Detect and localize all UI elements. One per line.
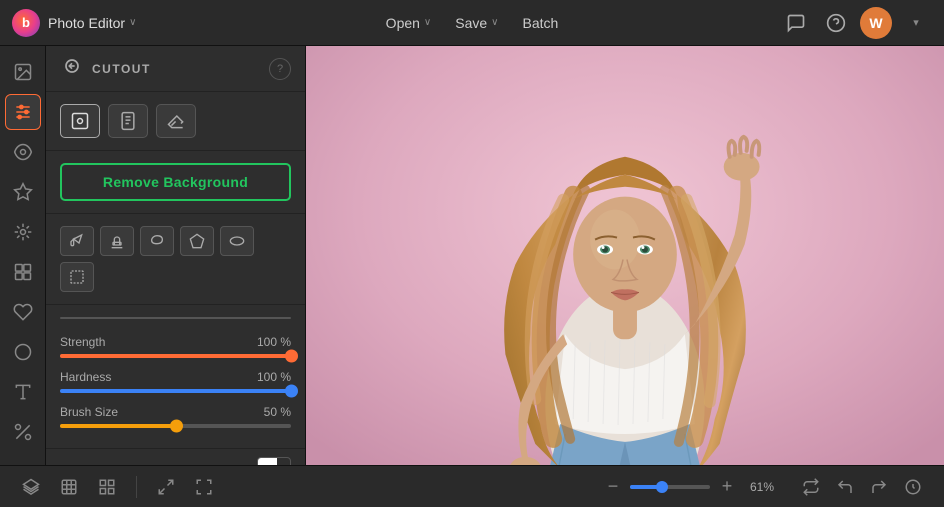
tools-header-left: CUTOUT: [60, 56, 151, 81]
fullscreen-btn[interactable]: [189, 472, 219, 502]
history-buttons: [796, 472, 928, 502]
tools-panel: CUTOUT ?: [46, 46, 306, 465]
sidebar-shapes-btn[interactable]: [5, 334, 41, 370]
brush-paint-btn[interactable]: [60, 226, 94, 256]
background-color-swatch[interactable]: [257, 457, 291, 465]
hardness-slider[interactable]: [60, 389, 291, 393]
cutout-mode-magic[interactable]: [60, 104, 100, 138]
header-center-actions: Open ∨ Save ∨ Batch: [376, 10, 569, 36]
main-content: CUTOUT ?: [0, 46, 944, 465]
background-color-row: Background Color: [46, 448, 305, 465]
expand-btn[interactable]: [151, 472, 181, 502]
brush-size-slider[interactable]: [60, 424, 291, 428]
sliders-section: Strength 100 % Hardness 100 %: [46, 331, 305, 448]
canvas-image: [306, 46, 944, 465]
canvas-area[interactable]: [306, 46, 944, 465]
layers-bottom-btn[interactable]: [16, 472, 46, 502]
remove-keep-toggle: Remove Keep: [60, 317, 291, 319]
batch-button[interactable]: Batch: [513, 10, 569, 36]
brush-rect-select-btn[interactable]: [60, 262, 94, 292]
strength-thumb[interactable]: [285, 350, 298, 363]
zoom-out-button[interactable]: −: [600, 474, 626, 500]
canvas-btn[interactable]: [54, 472, 84, 502]
sidebar-image-btn[interactable]: [5, 54, 41, 90]
brush-poly-btn[interactable]: [180, 226, 214, 256]
strength-label: Strength: [60, 335, 105, 349]
flip-btn[interactable]: [796, 472, 826, 502]
strength-value: 100 %: [257, 335, 291, 349]
brush-stamp-btn[interactable]: [100, 226, 134, 256]
back-button[interactable]: [60, 56, 84, 81]
sidebar-layers-btn[interactable]: [5, 254, 41, 290]
remove-bg-section: Remove Background: [46, 151, 305, 214]
swatch-white: [258, 458, 277, 465]
undo-button[interactable]: [830, 472, 860, 502]
sidebar-star-btn[interactable]: [5, 174, 41, 210]
title-chevron: ∨: [129, 17, 136, 28]
sidebar-elements-btn[interactable]: [5, 214, 41, 250]
zoom-value: 61%: [750, 480, 774, 494]
user-menu-chevron[interactable]: ▾: [900, 7, 932, 39]
brush-size-value: 50 %: [264, 405, 291, 419]
save-button[interactable]: Save ∨: [445, 10, 508, 36]
zoom-slider[interactable]: [630, 485, 710, 489]
sidebar-favorites-btn[interactable]: [5, 294, 41, 330]
remove-mode-btn[interactable]: Remove: [61, 318, 176, 319]
open-button[interactable]: Open ∨: [376, 10, 442, 36]
cutout-mode-portrait[interactable]: [108, 104, 148, 138]
zoom-slider-thumb[interactable]: [656, 481, 668, 493]
help-icon-button[interactable]: [820, 7, 852, 39]
sidebar-adjust-btn[interactable]: [5, 94, 41, 130]
icon-sidebar: [0, 46, 46, 465]
strength-slider-row: Strength 100 %: [60, 335, 291, 358]
chat-icon-button[interactable]: [780, 7, 812, 39]
header-right: W ▾: [780, 7, 932, 39]
remove-background-button[interactable]: Remove Background: [60, 163, 291, 201]
brush-lasso-btn[interactable]: [140, 226, 174, 256]
tools-panel-title: CUTOUT: [92, 62, 151, 76]
strength-slider[interactable]: [60, 354, 291, 358]
cutout-mode-erase[interactable]: [156, 104, 196, 138]
header: b Photo Editor ∨ Open ∨ Save ∨ Batch: [0, 0, 944, 46]
hardness-slider-row: Hardness 100 %: [60, 370, 291, 393]
hardness-label: Hardness: [60, 370, 111, 384]
hardness-value: 100 %: [257, 370, 291, 384]
brush-size-thumb[interactable]: [170, 420, 183, 433]
sidebar-text-btn[interactable]: [5, 374, 41, 410]
tools-panel-header: CUTOUT ?: [46, 46, 305, 92]
app-logo[interactable]: b: [12, 9, 40, 37]
user-avatar[interactable]: W: [860, 7, 892, 39]
brush-ellipse-btn[interactable]: [220, 226, 254, 256]
sidebar-mask-btn[interactable]: [5, 414, 41, 450]
app-title: Photo Editor ∨: [48, 15, 136, 31]
brush-size-label: Brush Size: [60, 405, 118, 419]
sidebar-view-btn[interactable]: [5, 134, 41, 170]
bottom-toolbar: − + 61%: [0, 465, 944, 507]
info-button[interactable]: [898, 472, 928, 502]
zoom-in-button[interactable]: +: [714, 474, 740, 500]
brush-tools: [46, 214, 305, 305]
cutout-modes: [46, 92, 305, 151]
zoom-controls: − + 61%: [600, 474, 780, 500]
hardness-thumb[interactable]: [285, 385, 298, 398]
tools-help-button[interactable]: ?: [269, 58, 291, 80]
divider-1: [136, 476, 137, 498]
redo-button[interactable]: [864, 472, 894, 502]
keep-mode-btn[interactable]: Keep: [176, 318, 291, 319]
grid-btn[interactable]: [92, 472, 122, 502]
brush-size-slider-row: Brush Size 50 %: [60, 405, 291, 428]
